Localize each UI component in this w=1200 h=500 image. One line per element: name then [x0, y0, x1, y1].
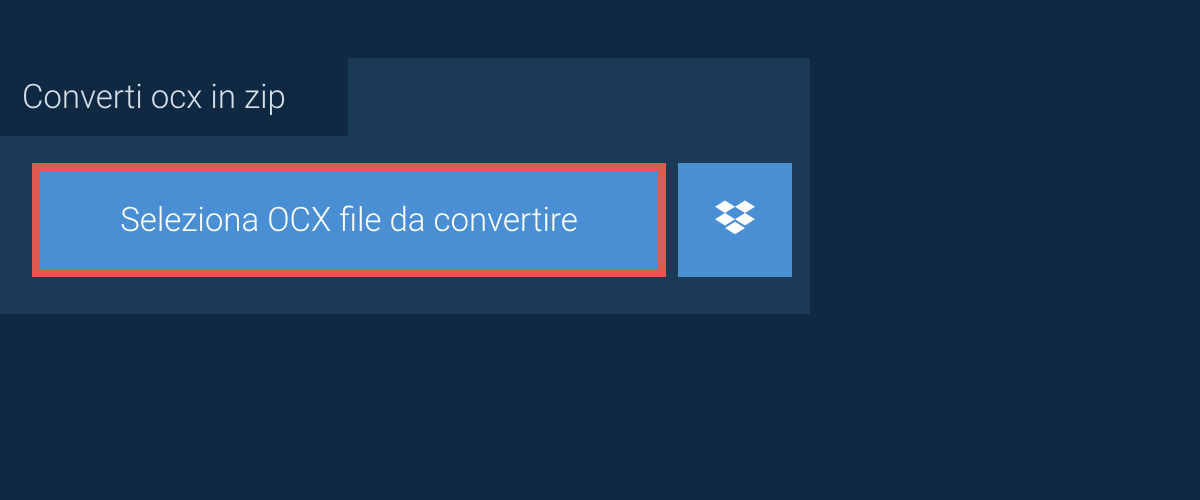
dropbox-button[interactable]: [678, 163, 792, 277]
tab-title: Converti ocx in zip: [22, 78, 286, 117]
converter-panel: Converti ocx in zip Seleziona OCX file d…: [0, 58, 810, 314]
action-row: Seleziona OCX file da convertire: [32, 163, 792, 277]
select-file-label: Seleziona OCX file da convertire: [120, 201, 578, 240]
select-file-button[interactable]: Seleziona OCX file da convertire: [32, 163, 666, 277]
dropbox-icon: [715, 198, 755, 242]
converter-tab: Converti ocx in zip: [0, 58, 348, 136]
